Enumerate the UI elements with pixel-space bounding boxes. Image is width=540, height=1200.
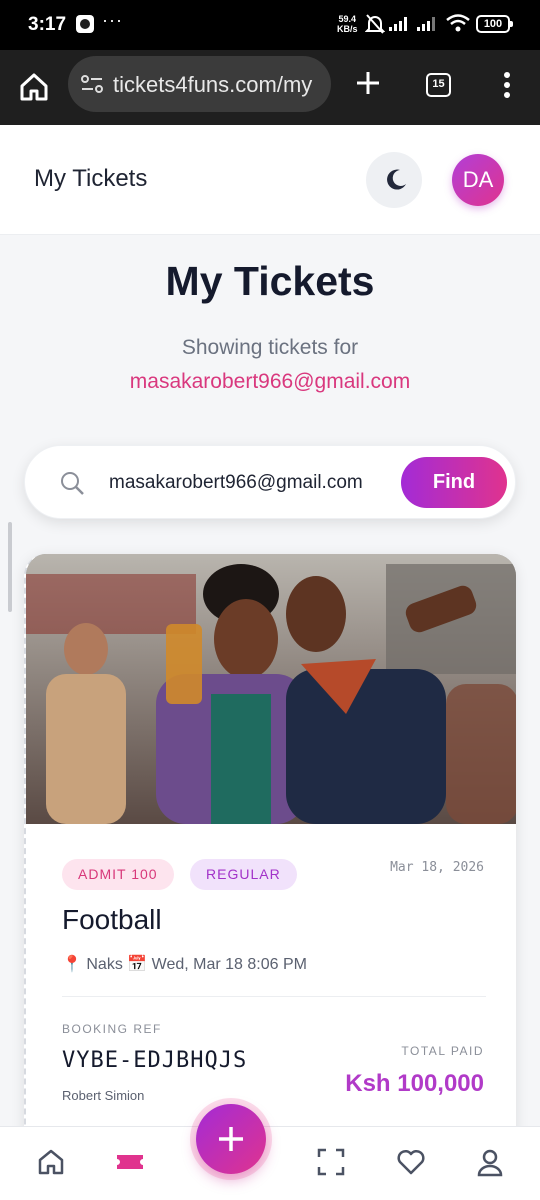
ticket-holder: Robert Simion <box>62 1088 145 1103</box>
event-image <box>26 554 516 824</box>
telegram-icon <box>76 15 94 33</box>
booking-ref-label: BOOKING REF <box>62 1022 162 1036</box>
booking-ref: VYBE-EDJBHQJS <box>62 1048 248 1073</box>
url-text: tickets4funs.com/my <box>113 72 313 97</box>
status-time: 3:17 <box>28 14 67 35</box>
ticket-card[interactable]: ADMIT 100 REGULAR Mar 18, 2026 Football … <box>24 554 516 1154</box>
scan-icon[interactable] <box>316 1147 346 1177</box>
heart-icon[interactable] <box>396 1147 426 1177</box>
plus-icon <box>219 1127 243 1151</box>
event-venue: Naks <box>86 956 123 973</box>
home-icon[interactable] <box>18 72 50 102</box>
calendar-icon: 📅 <box>127 956 148 973</box>
profile-icon[interactable] <box>475 1147 505 1177</box>
ticket-search-bar: masakarobert966@gmail.com Find <box>24 445 516 519</box>
browser-toolbar: tickets4funs.com/my 15 <box>0 50 540 125</box>
event-name: Football <box>62 904 162 935</box>
account-email: masakarobert966@gmail.com <box>129 370 411 393</box>
location-pin-icon: 📍 <box>62 956 82 973</box>
search-input[interactable]: masakarobert966@gmail.com <box>109 472 363 494</box>
ticket-date: Mar 18, 2026 <box>390 860 484 875</box>
browser-menu-icon[interactable] <box>503 71 511 99</box>
signal-icon <box>417 17 435 31</box>
add-ticket-button[interactable] <box>196 1104 266 1174</box>
find-button[interactable]: Find <box>401 457 507 508</box>
search-icon <box>61 472 84 495</box>
home-icon[interactable] <box>36 1147 66 1177</box>
total-paid-label: TOTAL PAID <box>401 1044 484 1058</box>
moon-icon <box>387 169 406 190</box>
more-notifications-icon: ··· <box>102 10 123 30</box>
header-title: My Tickets <box>34 165 148 192</box>
ticket-type-badge: REGULAR <box>190 859 297 890</box>
signal-icon <box>389 17 407 31</box>
total-paid: Ksh 100,000 <box>345 1070 484 1097</box>
admit-badge: ADMIT 100 <box>62 859 174 890</box>
network-speed-value: 59.4 <box>338 14 357 24</box>
page-title: My Tickets <box>165 258 375 304</box>
address-bar[interactable]: tickets4funs.com/my <box>68 56 331 112</box>
new-tab-icon[interactable] <box>355 70 381 96</box>
wifi-icon <box>446 14 470 32</box>
status-bar: 3:17 ··· 59.4 KB/s 100 <box>0 0 540 50</box>
ticket-icon[interactable] <box>115 1147 145 1177</box>
app-header: My Tickets DA <box>0 125 540 235</box>
event-meta: 📍 Naks 📅 Wed, Mar 18 8:06 PM <box>62 954 307 974</box>
event-datetime: Wed, Mar 18 8:06 PM <box>151 956 307 973</box>
event-photo-illustration <box>26 554 516 824</box>
network-speed: 59.4 KB/s <box>337 14 358 34</box>
scrollbar[interactable] <box>8 522 12 612</box>
bell-muted-icon <box>365 14 385 34</box>
battery-icon: 100 <box>476 15 513 33</box>
bottom-navigation <box>0 1126 540 1200</box>
site-settings-icon[interactable] <box>80 74 104 94</box>
theme-toggle-button[interactable] <box>366 152 422 208</box>
page-subtitle: Showing tickets for <box>181 336 359 359</box>
divider <box>62 996 486 997</box>
network-speed-unit: KB/s <box>337 24 358 34</box>
avatar[interactable]: DA <box>452 154 504 206</box>
tab-switcher-button[interactable]: 15 <box>426 73 451 97</box>
